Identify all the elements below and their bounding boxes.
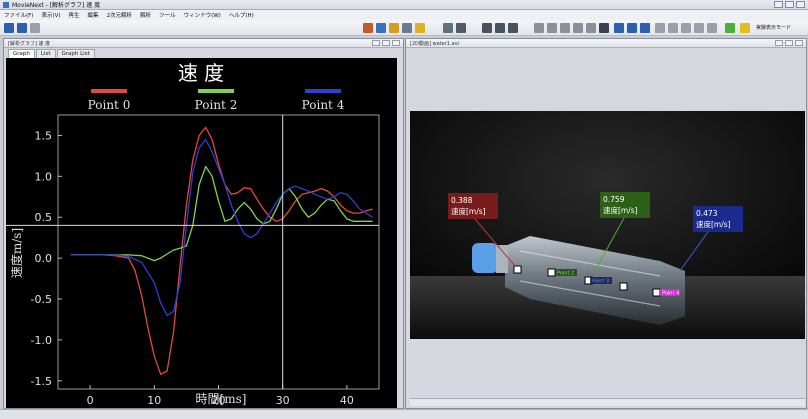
- axis-icon[interactable]: [482, 23, 492, 33]
- maximize-button[interactable]: [785, 1, 794, 8]
- bottle-cap: [472, 243, 498, 273]
- pin-icon[interactable]: [599, 23, 609, 33]
- x-tick-label-3: 30: [276, 394, 290, 407]
- point-label-4: Point 4: [662, 291, 679, 297]
- window-title: MovieNext - [解析グラフ] 速 度: [12, 2, 101, 9]
- graph-tabs: Graph List Graph List: [8, 49, 95, 58]
- legend-swatch-1: [198, 89, 234, 93]
- graph-maximize-button[interactable]: [382, 40, 390, 46]
- graph-panel-title: [解析グラフ] 速 度: [8, 40, 51, 47]
- camera-icon[interactable]: [443, 23, 453, 33]
- graph-close-button[interactable]: [392, 40, 400, 46]
- x-tick-label-4: 40: [340, 394, 354, 407]
- rect-tool-icon[interactable]: [668, 23, 678, 33]
- x-axis-label: 時間[ms]: [196, 392, 247, 406]
- person-icon[interactable]: [508, 23, 518, 33]
- menu-item-0[interactable]: ファイル(F): [4, 11, 33, 19]
- display-mode-label[interactable]: 実験表示モード: [756, 24, 791, 31]
- legend-label-1: Point 2: [195, 98, 238, 112]
- menu-item-8[interactable]: ヘルプ(H): [229, 11, 254, 19]
- open-file-icon[interactable]: [17, 23, 27, 33]
- arrow-tool-icon[interactable]: [694, 23, 704, 33]
- layout-icon[interactable]: [614, 23, 624, 33]
- legend-swatch-0: [91, 89, 127, 93]
- series-line-2: [70, 138, 373, 317]
- y-tick-label-6: -1.5: [31, 375, 52, 388]
- folder-icon[interactable]: [389, 23, 399, 33]
- app-icon: [3, 1, 9, 8]
- y-tick-label-1: 1.0: [35, 170, 53, 183]
- y-tick-label-4: -0.5: [31, 293, 52, 306]
- video-scrollbar[interactable]: [410, 398, 805, 406]
- circle-icon[interactable]: [573, 23, 583, 33]
- green-flag-icon[interactable]: [725, 23, 735, 33]
- minimize-button[interactable]: [774, 1, 783, 8]
- video-maximize-button[interactable]: [785, 40, 793, 46]
- tab-list[interactable]: List: [35, 49, 56, 58]
- graph-panel-titlebar: [解析グラフ] 速 度: [4, 39, 403, 48]
- help-icon[interactable]: [415, 23, 425, 33]
- velocity-chart[interactable]: 速 度 Point 0 Point 2 Point 4 1.5 1.0 0.5 0.0 -0.5…: [6, 58, 397, 408]
- x-tick-label-0: 0: [87, 394, 94, 407]
- video-panel-title: [2D動画] water1.avi: [410, 40, 459, 47]
- settings-icon[interactable]: [30, 23, 40, 33]
- annotation-value-point2: 0.759: [603, 195, 625, 204]
- x-tick-label-1: 10: [147, 394, 161, 407]
- chart-icon[interactable]: [495, 23, 505, 33]
- graph-minimize-button[interactable]: [372, 40, 380, 46]
- video-minimize-button[interactable]: [775, 40, 783, 46]
- annotation-value-point4: 0.473: [696, 209, 718, 218]
- close-button[interactable]: [796, 1, 805, 8]
- annotation-unit-point0: 速度[m/s]: [451, 206, 486, 216]
- menu-bar: ファイル(F) 表示(V) 再生 編集 2次元解析 解析 ツール ウィンドウ(W) ヘルプ(H): [0, 10, 808, 20]
- yellow-flag-icon[interactable]: [740, 23, 750, 33]
- menu-item-6[interactable]: ツール: [159, 11, 176, 19]
- y-tick-label-5: -1.0: [31, 334, 52, 347]
- save-icon[interactable]: [376, 23, 386, 33]
- text-tool-icon[interactable]: [707, 23, 717, 33]
- legend-swatch-2: [305, 89, 341, 93]
- window-titlebar: MovieNext - [解析グラフ] 速 度: [0, 0, 808, 10]
- new-file-icon[interactable]: [4, 23, 14, 33]
- menu-item-4[interactable]: 2次元解析: [107, 11, 133, 19]
- series-line-0: [70, 126, 373, 375]
- y-tick-label-3: 0.0: [35, 252, 53, 265]
- legend-label-2: Point 4: [302, 98, 345, 112]
- split-view-icon[interactable]: [627, 23, 637, 33]
- annotation-unit-point4: 速度[m/s]: [696, 219, 731, 229]
- video-frame[interactable]: Point 2 Point 3 Point 4 0.388 速度[m/s] 0.…: [410, 111, 805, 339]
- toolbar: 実験表示モード: [0, 20, 808, 36]
- point-label-2: Point 2: [557, 271, 574, 277]
- menu-item-7[interactable]: ウィンドウ(W): [184, 11, 221, 19]
- video-panel-titlebar: [2D動画] water1.avi: [406, 39, 806, 48]
- window-icon[interactable]: [640, 23, 650, 33]
- status-bar: [0, 409, 808, 419]
- y-axis-label: 速度m/s]: [9, 228, 24, 278]
- chart-title: 速 度: [178, 61, 224, 85]
- menu-item-1[interactable]: 表示(V): [41, 11, 60, 19]
- y-tick-label-2: 0.5: [35, 211, 53, 224]
- point-label-3: Point 3: [592, 279, 609, 285]
- print-icon[interactable]: [402, 23, 412, 33]
- ruler-icon[interactable]: [586, 23, 596, 33]
- marker-icon[interactable]: [547, 23, 557, 33]
- video-close-button[interactable]: [795, 40, 803, 46]
- series-line-1: [70, 165, 373, 262]
- line-tool-icon[interactable]: [655, 23, 665, 33]
- export-icon[interactable]: [363, 23, 373, 33]
- tab-graph[interactable]: Graph: [8, 49, 35, 58]
- annotation-unit-point2: 速度[m/s]: [603, 205, 638, 215]
- y-tick-label-0: 1.5: [35, 129, 53, 142]
- angle-icon[interactable]: [560, 23, 570, 33]
- plot-frame: [57, 114, 380, 390]
- grid-icon[interactable]: [456, 23, 466, 33]
- menu-item-2[interactable]: 再生: [69, 11, 80, 19]
- annotation-value-point0: 0.388: [451, 196, 473, 205]
- menu-item-5[interactable]: 解析: [140, 11, 151, 19]
- frame-icon[interactable]: [534, 23, 544, 33]
- menu-item-3[interactable]: 編集: [88, 11, 99, 19]
- ellipse-tool-icon[interactable]: [681, 23, 691, 33]
- tab-graph-list[interactable]: Graph List: [56, 49, 95, 58]
- legend-label-0: Point 0: [88, 98, 131, 112]
